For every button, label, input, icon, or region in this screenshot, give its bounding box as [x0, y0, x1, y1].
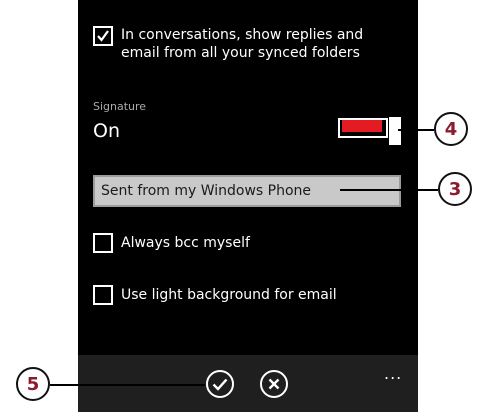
- toggle-fill: [342, 120, 382, 132]
- callout-4-line: [398, 129, 434, 131]
- phone-screen: In conversations, show replies and email…: [78, 0, 418, 412]
- callout-5-badge: 5: [16, 367, 50, 401]
- conversations-label: In conversations, show replies and email…: [121, 26, 363, 62]
- checkmark-icon: [97, 30, 109, 42]
- more-options-button[interactable]: ...: [384, 366, 402, 382]
- toggle-thumb[interactable]: [388, 116, 402, 146]
- light-background-checkbox[interactable]: [93, 285, 113, 305]
- always-bcc-label: Always bcc myself: [121, 235, 250, 251]
- conversations-label-line2: email from all your synced folders: [121, 45, 360, 61]
- signature-state: On: [93, 120, 120, 142]
- cancel-button[interactable]: [259, 369, 289, 399]
- conversations-option[interactable]: In conversations, show replies and email…: [93, 26, 363, 62]
- always-bcc-option[interactable]: Always bcc myself: [93, 233, 250, 253]
- conversations-checkbox[interactable]: [93, 26, 113, 46]
- signature-caption: Signature: [93, 100, 147, 113]
- light-background-option[interactable]: Use light background for email: [93, 285, 337, 305]
- conversations-label-line1: In conversations, show replies and: [121, 27, 364, 43]
- save-button[interactable]: [205, 369, 235, 399]
- check-circle-icon: [206, 370, 234, 398]
- callout-5-line: [50, 384, 205, 386]
- callout-4-badge: 4: [434, 112, 468, 146]
- signature-toggle[interactable]: [338, 116, 402, 146]
- light-background-label: Use light background for email: [121, 287, 337, 303]
- always-bcc-checkbox[interactable]: [93, 233, 113, 253]
- callout-3-line: [340, 189, 438, 191]
- close-circle-icon: [260, 370, 288, 398]
- signature-text-field[interactable]: Sent from my Windows Phone: [93, 175, 401, 207]
- callout-3-badge: 3: [438, 172, 472, 206]
